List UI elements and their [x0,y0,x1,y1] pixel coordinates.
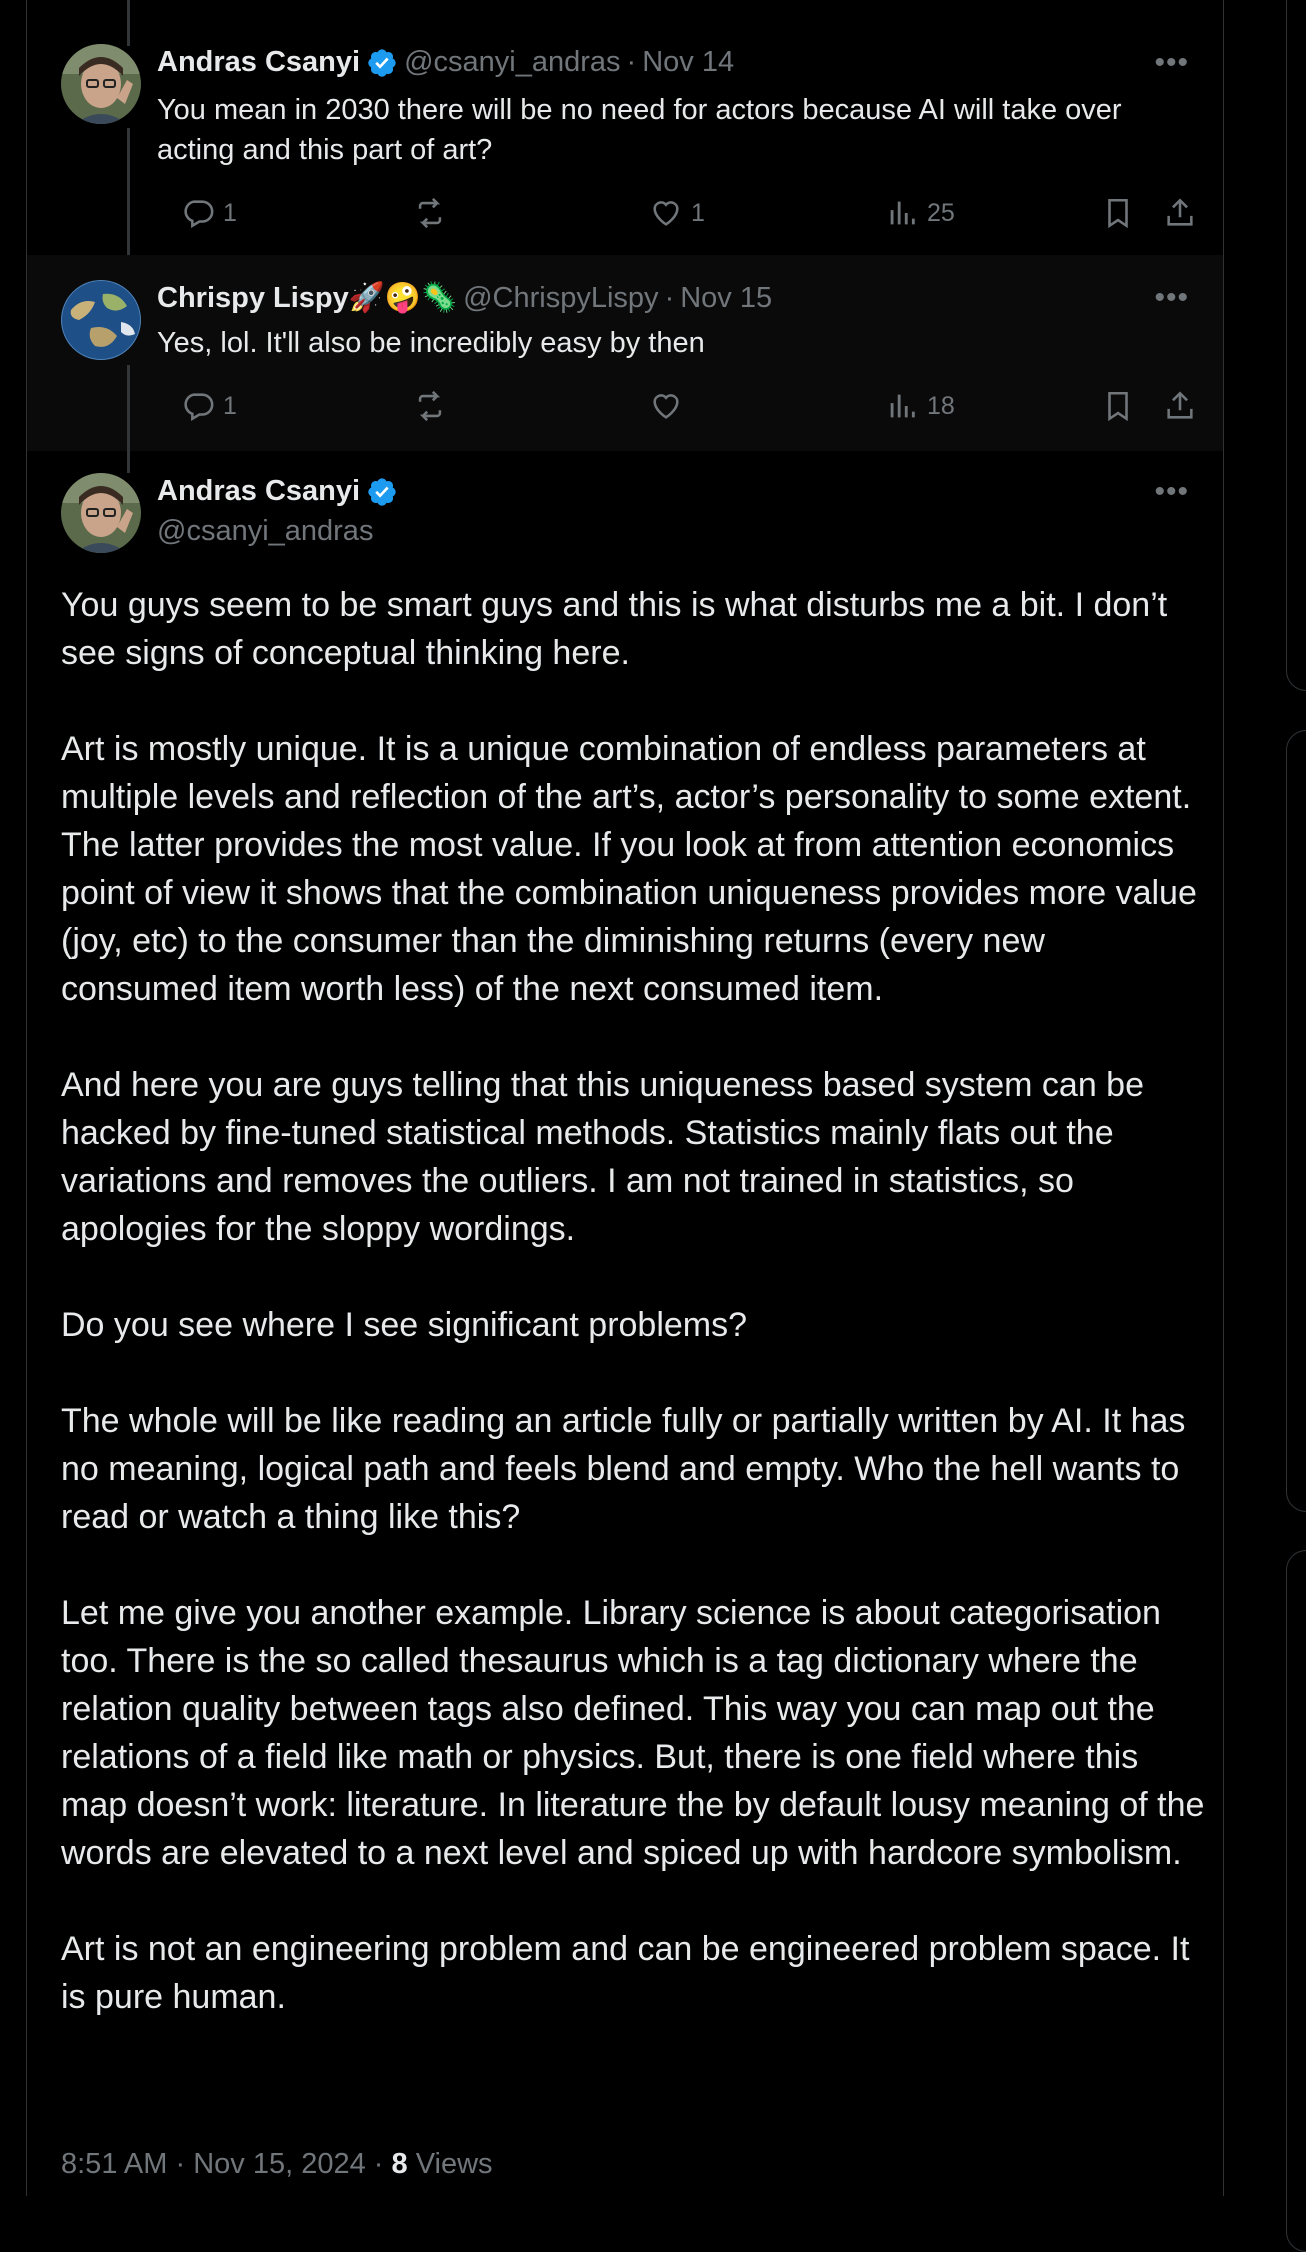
tweet-date[interactable]: Nov 14 [642,46,734,79]
reply-count: 1 [223,391,237,420]
reply-count: 1 [223,198,237,227]
author-handle[interactable]: @csanyi_andras [404,46,620,79]
avatar[interactable] [61,280,141,360]
views-count: 8 [391,2148,408,2180]
tweet-text: You mean in 2030 there will be no need f… [157,94,1122,166]
tweet-meta: 8:51 AM · Nov 15, 2024 · 8 Views [61,2148,493,2181]
paragraph: Art is not an engineering problem and ca… [61,1930,1190,2016]
tweet-header: Chrispy Lispy🚀🤪🦠 @ChrispyLispy · Nov 15 [157,281,772,315]
reply-icon [184,200,214,229]
separator: · [664,281,675,314]
views-count: 25 [927,198,955,227]
reply-button[interactable]: 1 [181,389,237,423]
repost-icon [418,197,442,229]
paragraph: Do you see where I see significant probl… [61,1306,748,1344]
separator: · [626,46,637,78]
tweet-text: Yes, lol. It'll also be incredibly easy … [157,327,705,359]
verified-badge-icon [368,48,396,77]
more-icon[interactable]: ••• [1154,46,1189,80]
action-bar: 1 1 25 [157,196,1207,236]
heart-icon [653,201,679,226]
separator: · [373,2148,384,2180]
repost-button[interactable] [413,196,455,230]
tweet-body: You guys seem to be smart guys and this … [61,581,1211,2069]
views-icon [890,394,915,418]
paragraph: The whole will be like reading an articl… [61,1402,1186,1536]
avatar[interactable] [61,44,141,124]
views-label: Views [415,2148,493,2180]
right-sidebar-card-middle [1286,730,1306,1512]
tweet-date[interactable]: Nov 15 [680,282,772,315]
right-sidebar-card-bottom [1286,1550,1306,2252]
tweet-header: Andras Csanyi @csanyi_andras · Nov 14 [157,46,734,79]
tweet-date[interactable]: Nov 15, 2024 [193,2148,366,2180]
bookmark-button[interactable] [1101,389,1135,423]
thread-line [127,365,130,451]
author-handle[interactable]: @ChrispyLispy [463,282,658,315]
action-bar: 1 18 [157,389,1207,429]
like-button[interactable]: 1 [649,196,705,230]
thread-line [127,128,130,255]
views-button[interactable]: 18 [885,389,955,423]
share-button[interactable] [1163,389,1197,423]
right-sidebar-card-top [1286,0,1306,691]
like-count: 1 [691,198,705,227]
views-button[interactable]: 25 [885,196,955,230]
author-name[interactable]: Andras Csanyi [157,46,360,79]
share-icon [1167,198,1193,226]
like-button[interactable] [649,389,691,423]
share-icon [1167,391,1193,419]
repost-icon [418,390,442,422]
thread-line [127,451,130,473]
reply-icon [184,393,214,422]
tweet-header: Andras Csanyi [157,475,398,508]
paragraph: And here you are guys telling that this … [61,1066,1145,1248]
heart-icon [653,394,679,419]
share-button[interactable] [1163,196,1197,230]
bookmark-icon [1108,198,1128,229]
timeline-column: Andras Csanyi @csanyi_andras · Nov 14 ••… [26,0,1224,2196]
reply-tweet-2[interactable]: Chrispy Lispy🚀🤪🦠 @ChrispyLispy · Nov 15 … [27,255,1223,451]
author-name[interactable]: Chrispy Lispy🚀🤪🦠 [157,281,457,315]
more-icon[interactable]: ••• [1154,475,1189,509]
paragraph: Let me give you another example. Library… [61,1594,1205,1872]
bookmark-button[interactable] [1101,196,1135,230]
reply-button[interactable]: 1 [181,196,237,230]
tweet-time[interactable]: 8:51 AM [61,2148,167,2180]
author-handle[interactable]: @csanyi_andras [157,515,373,548]
paragraph: You guys seem to be smart guys and this … [61,586,1168,672]
avatar[interactable] [61,473,141,553]
paragraph: Art is mostly unique. It is a unique com… [61,730,1197,1008]
separator: · [175,2148,186,2180]
more-icon[interactable]: ••• [1154,281,1189,315]
views-count: 18 [927,391,955,420]
reply-tweet-1[interactable]: Andras Csanyi @csanyi_andras · Nov 14 ••… [27,0,1223,255]
focused-tweet: Andras Csanyi @csanyi_andras ••• You guy… [27,451,1223,2196]
views-icon [890,201,915,225]
verified-badge-icon [368,477,396,506]
author-name[interactable]: Andras Csanyi [157,475,360,508]
repost-button[interactable] [413,389,455,423]
bookmark-icon [1108,391,1128,422]
author-handle-row: @csanyi_andras [157,515,373,548]
